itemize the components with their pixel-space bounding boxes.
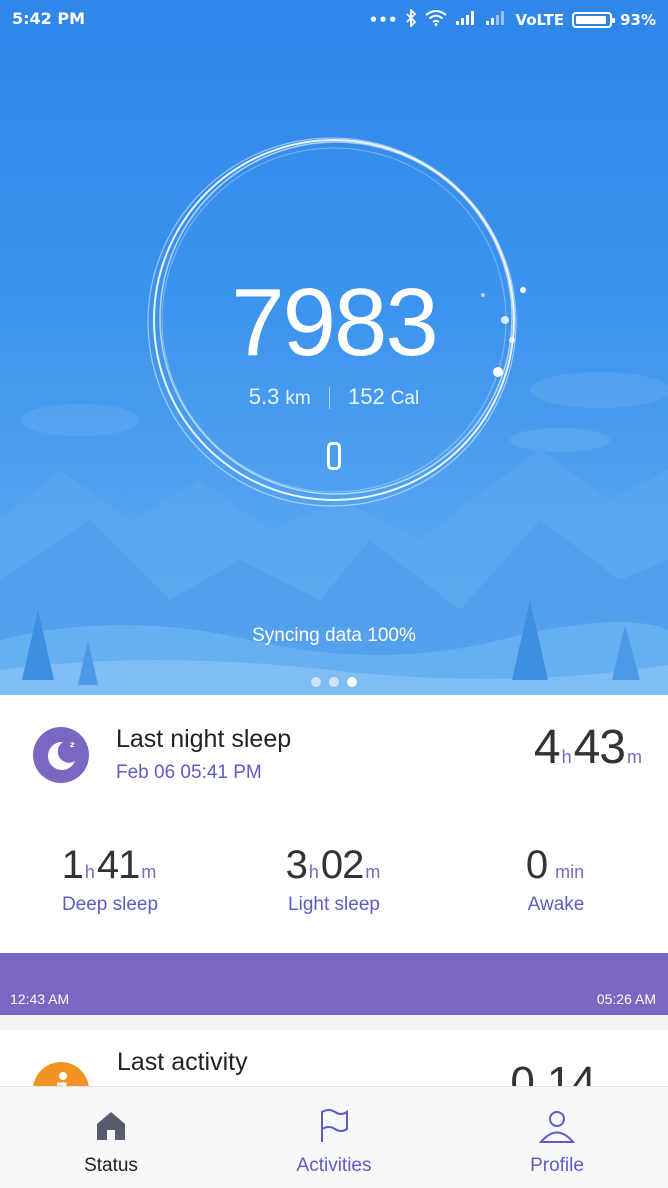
nav-activities[interactable]: Activities [223, 1087, 445, 1188]
unit-m: m [627, 747, 642, 767]
bottom-navigation: Status Activities Profile [0, 1086, 668, 1188]
svg-text:z: z [70, 740, 75, 749]
nav-status[interactable]: Status [0, 1087, 222, 1188]
step-count[interactable]: 7983 [0, 268, 668, 378]
status-bar: 5:42 PM ••• VoLTE 93% [0, 0, 668, 38]
bluetooth-icon [405, 7, 417, 31]
unit-m: m [365, 862, 381, 882]
deep-sleep-label: Deep sleep [61, 894, 159, 915]
battery-percent: 93% [620, 11, 656, 29]
sleep-timeline-bar[interactable]: 12:43 AM 05:26 AM [0, 953, 668, 1015]
unit-m: m [141, 862, 157, 882]
page-dot[interactable] [329, 677, 339, 687]
awake-value: 0 [525, 843, 548, 887]
stats-divider [328, 387, 330, 410]
sleep-total: 4 h43 m [534, 720, 644, 775]
unit-h: h [84, 862, 95, 882]
person-icon [538, 1111, 576, 1143]
sleep-end-time: 05:26 AM [596, 991, 656, 1007]
sync-status: Syncing data 100% [252, 625, 416, 646]
unit-h: h [561, 747, 572, 767]
deep-minutes: 41 [96, 843, 140, 887]
unit-h: h [308, 862, 319, 882]
band-device-icon [327, 442, 341, 470]
signal-icon [455, 10, 477, 30]
nav-profile-label: Profile [530, 1155, 584, 1176]
battery-level [576, 16, 606, 24]
nav-activities-label: Activities [296, 1155, 372, 1176]
total-hours: 4 [533, 721, 561, 774]
battery-icon [572, 12, 616, 28]
light-sleep-label: Light sleep [288, 894, 380, 915]
activity-card[interactable]: Last activity 0.14 [0, 1030, 668, 1090]
hero-panel: 5:42 PM ••• VoLTE 93% 7983 5.3 km 152 Cal … [0, 0, 668, 695]
status-time: 5:42 PM [12, 9, 86, 28]
page-dot[interactable] [347, 677, 357, 687]
wifi-icon [425, 10, 448, 30]
signal-icon-2 [485, 10, 507, 30]
light-sleep-metric: 3 h02 m Light sleep [224, 843, 444, 916]
deep-sleep-metric: 1 h41 m Deep sleep [0, 843, 220, 916]
page-indicator [0, 672, 668, 691]
calories-value: 152 [347, 384, 385, 409]
light-hours: 3 [285, 843, 308, 887]
calories-unit: Cal [390, 388, 420, 409]
more-dots-icon: ••• [368, 11, 398, 29]
awake-label: Awake [527, 894, 585, 915]
network-label: VoLTE [515, 11, 565, 29]
distance-unit: km [285, 388, 311, 409]
deep-hours: 1 [61, 843, 84, 887]
status-icons: ••• VoLTE 93% [368, 7, 656, 31]
flag-icon [321, 1109, 348, 1142]
awake-unit: min [555, 862, 585, 882]
moon-sleep-icon: z z [33, 727, 89, 783]
sleep-date: Feb 06 05:41 PM [116, 762, 262, 783]
distance-calories-row: 5.3 km 152 Cal [0, 384, 668, 410]
page-dot[interactable] [311, 677, 321, 687]
awake-metric: 0 min Awake [446, 843, 666, 916]
light-minutes: 02 [320, 843, 364, 887]
sleep-title: Last night sleep [116, 725, 292, 753]
distance-value: 5.3 [248, 384, 280, 409]
activity-title: Last activity [117, 1048, 248, 1076]
nav-status-label: Status [84, 1155, 138, 1176]
total-minutes: 43 [573, 721, 626, 774]
home-icon [97, 1112, 125, 1140]
sleep-start-time: 12:43 AM [10, 991, 70, 1007]
nav-profile[interactable]: Profile [446, 1087, 668, 1188]
